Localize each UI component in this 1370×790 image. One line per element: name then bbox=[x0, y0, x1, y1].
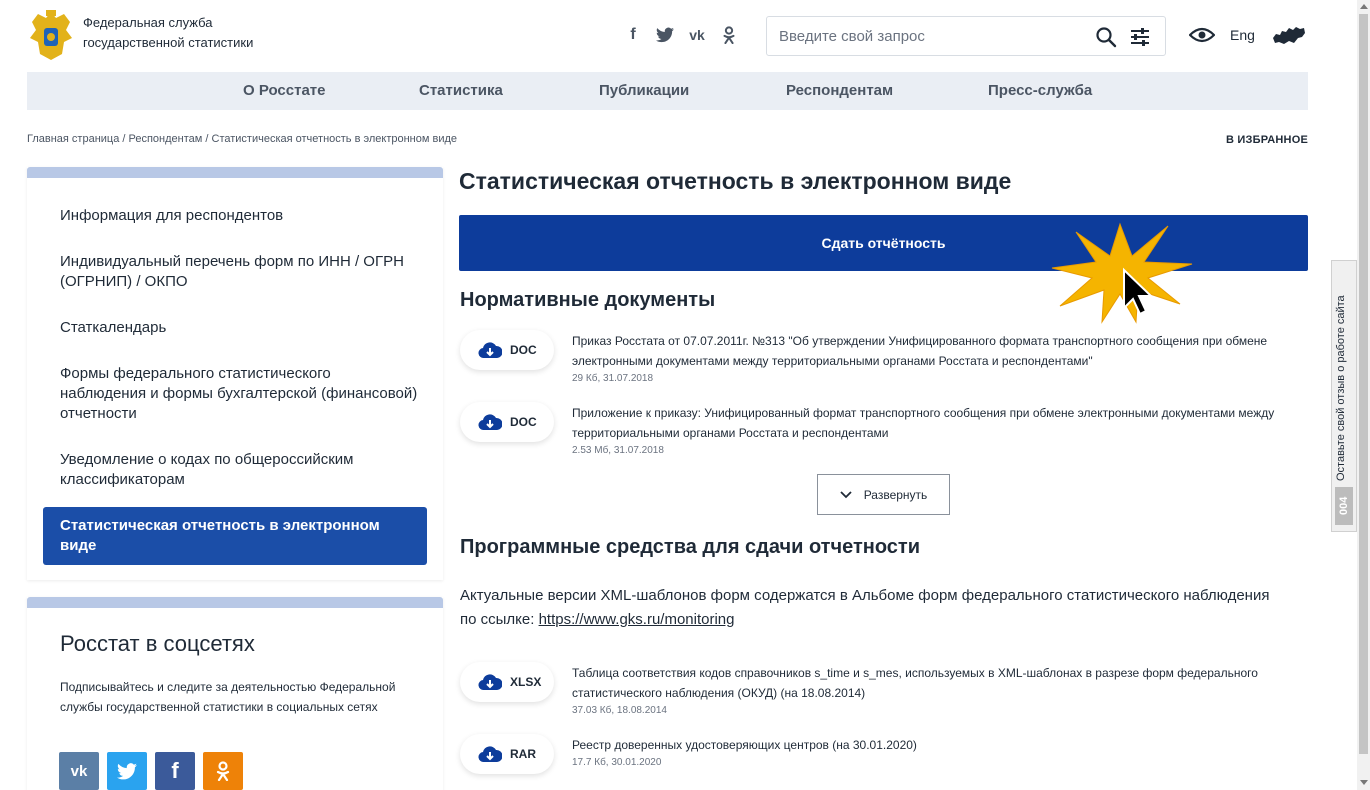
mouse-cursor-icon bbox=[1123, 267, 1154, 316]
russia-map-icon[interactable] bbox=[1272, 24, 1306, 46]
sidebar-item-classifier-codes[interactable]: Уведомление о кодах по общероссийским кл… bbox=[60, 450, 420, 490]
vk-button[interactable]: vk bbox=[59, 752, 99, 790]
file-extension: DOC bbox=[510, 343, 537, 357]
facebook-icon: f bbox=[171, 758, 179, 783]
document-entry[interactable]: Таблица соответствия кодов справочников … bbox=[572, 663, 1307, 718]
search-box bbox=[766, 16, 1166, 56]
monitoring-link[interactable]: https://www.gks.ru/monitoring bbox=[539, 611, 735, 628]
header-social-links: f vk bbox=[624, 26, 738, 44]
social-box-description: Подписывайтесь и следите за деятельность… bbox=[60, 680, 396, 714]
odnoklassniki-icon[interactable] bbox=[720, 26, 738, 44]
file-extension: RAR bbox=[510, 747, 536, 761]
social-box: Росстат в соцсетях Подписывайтесь и след… bbox=[27, 597, 443, 790]
nav-item-publications[interactable]: Публикации bbox=[599, 82, 689, 99]
feedback-tab-text: Оставьте свой отзыв о работе сайта bbox=[1335, 295, 1347, 481]
xlsx-download-button[interactable]: XLSX bbox=[460, 662, 554, 702]
breadcrumb[interactable]: Главная страница / Респондентам / Статис… bbox=[27, 133, 457, 145]
search-input[interactable] bbox=[779, 25, 1079, 47]
feedback-tab[interactable]: Оставьте свой отзыв о работе сайта 004 bbox=[1331, 260, 1357, 532]
file-extension: XLSX bbox=[510, 675, 542, 689]
cloud-download-icon bbox=[478, 674, 502, 691]
scroll-down-icon[interactable] bbox=[1360, 780, 1368, 785]
document-title[interactable]: Приложение к приказу: Унифицированный фо… bbox=[572, 406, 1274, 440]
document-title[interactable]: Таблица соответствия кодов справочников … bbox=[572, 666, 1258, 700]
rar-download-button[interactable]: RAR bbox=[460, 734, 554, 774]
sidebar-item-electronic-reporting[interactable]: Статистическая отчетность в электронном … bbox=[43, 507, 427, 565]
vk-icon[interactable]: vk bbox=[688, 26, 706, 44]
cloud-download-icon bbox=[478, 342, 502, 359]
odnoklassniki-button[interactable] bbox=[203, 752, 243, 790]
social-buttons: vk f bbox=[59, 752, 243, 790]
odnoklassniki-icon bbox=[216, 761, 230, 781]
twitter-icon bbox=[117, 762, 137, 779]
page-scrollbar[interactable] bbox=[1357, 0, 1370, 790]
scroll-thumb[interactable] bbox=[1359, 14, 1368, 754]
software-section-title: Программные средства для сдачи отчетност… bbox=[460, 536, 920, 558]
normative-docs-title: Нормативные документы bbox=[460, 289, 716, 311]
expand-button[interactable]: Развернуть bbox=[817, 474, 950, 515]
document-meta: 2.53 Мб, 31.07.2018 bbox=[572, 445, 664, 456]
sidebar-topbar bbox=[27, 167, 443, 178]
nav-item-respondents[interactable]: Респондентам bbox=[786, 82, 893, 99]
vk-icon: vk bbox=[70, 762, 88, 780]
filter-settings-icon[interactable] bbox=[1129, 26, 1151, 48]
cloud-download-icon bbox=[478, 414, 502, 431]
document-meta: 37.03 Кб, 18.08.2014 bbox=[572, 705, 667, 716]
nav-item-about[interactable]: О Росстате bbox=[243, 82, 326, 99]
sidebar-item-forms-by-inn[interactable]: Индивидуальный перечень форм по ИНН / ОГ… bbox=[60, 252, 420, 292]
main-nav: О Росстате Статистика Публикации Респонд… bbox=[27, 72, 1308, 110]
twitter-button[interactable] bbox=[107, 752, 147, 790]
add-to-favorites-link[interactable]: В ИЗБРАННОЕ bbox=[1226, 134, 1308, 146]
document-meta: 17.7 Кб, 30.01.2020 bbox=[572, 757, 662, 768]
document-meta: 29 Кб, 31.07.2018 bbox=[572, 373, 654, 384]
coat-of-arms-icon[interactable] bbox=[26, 8, 76, 64]
org-name[interactable]: Федеральная служба государственной стати… bbox=[83, 13, 303, 53]
scroll-up-icon[interactable] bbox=[1360, 4, 1368, 9]
feedback-tab-code: 004 bbox=[1335, 487, 1353, 525]
file-extension: DOC bbox=[510, 415, 537, 429]
language-switch[interactable]: Eng bbox=[1230, 27, 1255, 43]
page-title: Статистическая отчетность в электронном … bbox=[459, 168, 1012, 194]
facebook-button[interactable]: f bbox=[155, 752, 195, 790]
sidebar-item-statcalendar[interactable]: Статкалендарь bbox=[60, 318, 420, 338]
document-title[interactable]: Приказ Росстата от 07.07.2011г. №313 "Об… bbox=[572, 334, 1267, 368]
document-entry[interactable]: Приказ Росстата от 07.07.2011г. №313 "Об… bbox=[572, 331, 1307, 386]
sidebar-menu: Информация для респондентов Индивидуальн… bbox=[27, 167, 443, 580]
search-icon[interactable] bbox=[1095, 26, 1117, 48]
sidebar-item-federal-forms[interactable]: Формы федерального статистического наблю… bbox=[60, 364, 420, 424]
nav-item-statistics[interactable]: Статистика bbox=[419, 82, 503, 99]
xml-templates-paragraph: Актуальные версии XML-шаблонов форм соде… bbox=[460, 584, 1280, 632]
cloud-download-icon bbox=[478, 746, 502, 763]
eye-icon[interactable] bbox=[1189, 25, 1215, 45]
document-title[interactable]: Реестр доверенных удостоверяющих центров… bbox=[572, 738, 917, 752]
social-box-topbar bbox=[27, 597, 443, 608]
doc-download-button[interactable]: DOC bbox=[460, 402, 554, 442]
site-header: Федеральная служба государственной стати… bbox=[0, 0, 1370, 72]
social-box-title: Росстат в соцсетях bbox=[60, 631, 255, 656]
twitter-icon[interactable] bbox=[656, 26, 674, 44]
nav-item-press[interactable]: Пресс-служба bbox=[988, 82, 1092, 99]
document-entry[interactable]: Приложение к приказу: Унифицированный фо… bbox=[572, 403, 1307, 458]
document-entry[interactable]: Реестр доверенных удостоверяющих центров… bbox=[572, 735, 1307, 770]
facebook-icon[interactable]: f bbox=[624, 26, 642, 44]
doc-download-button[interactable]: DOC bbox=[460, 330, 554, 370]
sidebar-item-respondents-info[interactable]: Информация для респондентов bbox=[60, 206, 420, 226]
submit-report-button[interactable]: Сдать отчётность bbox=[459, 215, 1308, 271]
chevron-down-icon bbox=[840, 490, 852, 498]
expand-button-label: Развернуть bbox=[863, 487, 928, 502]
